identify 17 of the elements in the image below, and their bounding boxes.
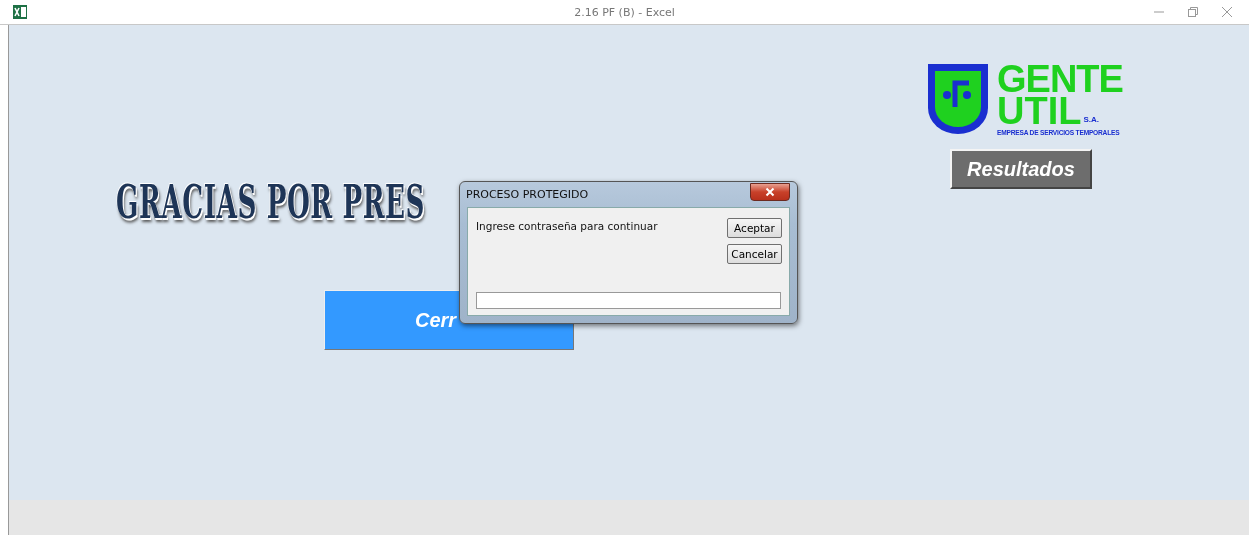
- dialog-title: PROCESO PROTEGIDO: [466, 188, 589, 201]
- restore-icon[interactable]: [1187, 6, 1199, 18]
- results-button[interactable]: Resultados: [950, 149, 1092, 189]
- logo-suffix: S.A.: [1083, 115, 1099, 124]
- logo-text: UTIL: [997, 95, 1082, 127]
- shield-logo-icon: [927, 63, 989, 135]
- excel-icon: [13, 5, 27, 19]
- logo-text: GENTE: [997, 63, 1123, 95]
- heading: GRACIAS POR PRES: [116, 175, 426, 229]
- close-button[interactable]: [750, 182, 790, 201]
- prompt-text: Ingrese contraseña para continuar: [476, 220, 658, 232]
- close-icon[interactable]: [1221, 6, 1233, 18]
- close-icon: [765, 186, 775, 197]
- dialog-button[interactable]: Cancelar: [727, 244, 782, 264]
- password-field[interactable]: [476, 292, 781, 309]
- dialog-button[interactable]: Aceptar: [727, 218, 782, 238]
- window-title: 2.16 PF (B) - Excel: [574, 5, 675, 19]
